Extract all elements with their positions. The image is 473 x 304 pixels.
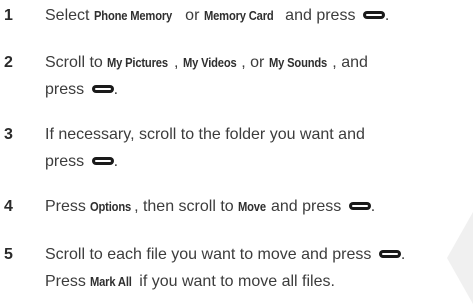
step-number: 2: [4, 54, 13, 71]
text-segment: ,: [174, 54, 183, 71]
step-text: If necessary, scroll to the folder you w…: [45, 121, 473, 175]
text-segment: .: [400, 246, 406, 263]
menu-keyword-move: Move: [238, 199, 267, 214]
menu-keyword-my-sounds: My Sounds: [268, 55, 327, 70]
step-text: Select Phone Memory or Memory Card and p…: [45, 2, 473, 29]
text-segment: press: [45, 81, 85, 98]
text-segment: if you want to move all files.: [134, 273, 335, 290]
step-text: Press Options, then scroll to Move and p…: [45, 193, 473, 220]
center-select-key-icon: [91, 84, 114, 93]
menu-keyword-my-pictures: My Pictures: [107, 55, 169, 70]
center-select-key-icon: [91, 156, 114, 165]
text-segment: Press: [45, 198, 91, 215]
step-text: Scroll to each file you want to move and…: [45, 241, 473, 295]
text-segment: Select: [45, 7, 94, 24]
step-number: 1: [4, 7, 13, 24]
center-select-key-icon: [362, 10, 385, 19]
text-segment: .: [113, 81, 119, 98]
text-segment: and press: [266, 198, 342, 215]
text-segment: or: [180, 7, 204, 24]
instruction-steps: 1 Select Phone Memory or Memory Card and…: [0, 0, 473, 304]
text-segment: Scroll to: [45, 54, 108, 71]
step-number: 4: [4, 198, 13, 215]
text-segment: Scroll to each file you want to move and…: [45, 246, 372, 263]
text-segment: and press: [280, 7, 356, 24]
center-select-key-icon: [348, 201, 371, 210]
menu-keyword-options: Options: [90, 199, 132, 214]
text-segment: If necessary, scroll to the folder you w…: [45, 126, 365, 143]
menu-keyword-memory-card: Memory Card: [203, 8, 274, 23]
step-number: 3: [4, 126, 13, 143]
step-text: Scroll to My Pictures, My Videos , or My …: [45, 49, 473, 103]
text-segment: press: [45, 153, 85, 170]
step-number: 5: [4, 246, 13, 263]
menu-keyword-my-videos: My Videos: [182, 55, 237, 70]
center-select-key-icon: [378, 249, 401, 258]
text-segment: .: [113, 153, 119, 170]
menu-keyword-phone-memory: Phone Memory: [93, 8, 173, 23]
text-segment: , and: [332, 54, 368, 71]
text-segment: , or: [241, 54, 269, 71]
text-segment: .: [370, 198, 376, 215]
text-segment: Press: [45, 273, 91, 290]
text-segment: .: [384, 7, 390, 24]
menu-keyword-mark-all: Mark All: [90, 274, 133, 289]
text-segment: , then scroll to: [134, 198, 239, 215]
